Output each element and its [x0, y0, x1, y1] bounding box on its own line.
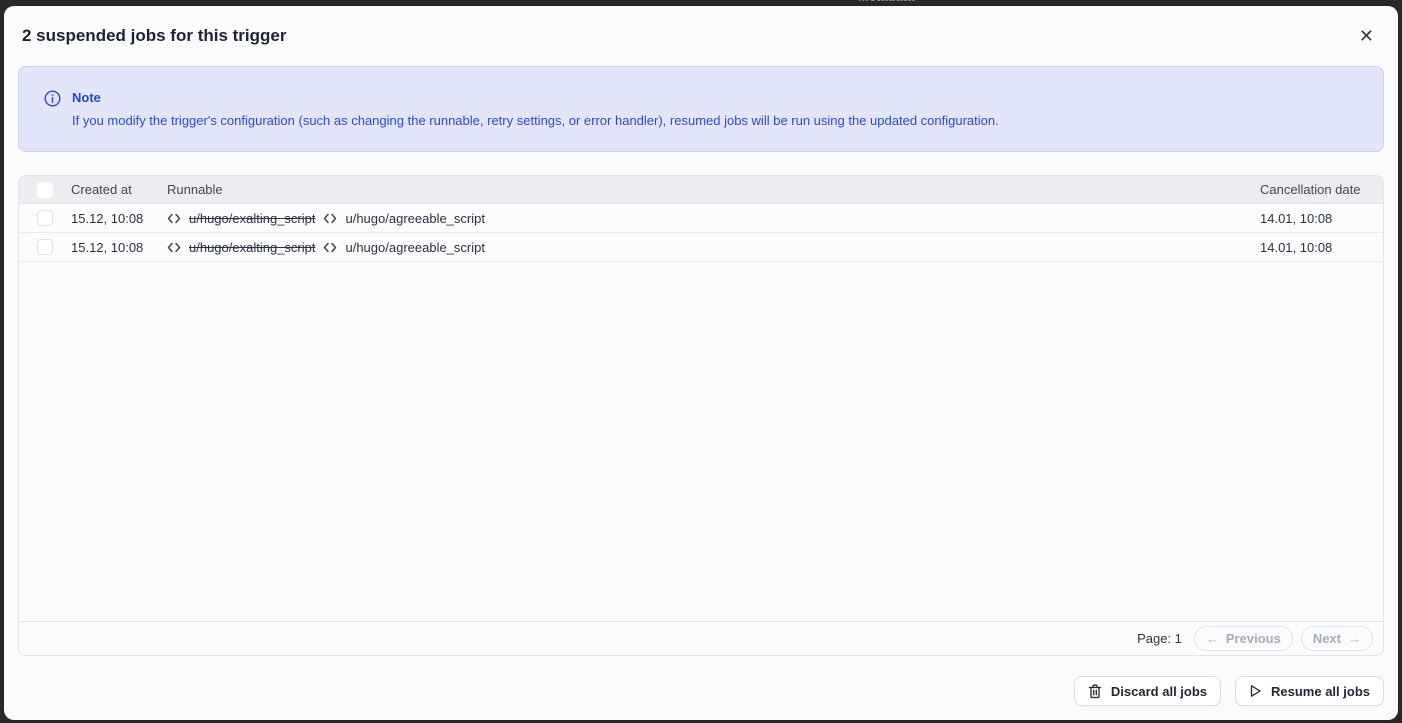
modal-title: 2 suspended jobs for this trigger — [22, 26, 286, 46]
header-checkbox-cell — [19, 182, 71, 198]
code-icon — [167, 241, 181, 254]
suspended-jobs-table: Created at Runnable Cancellation date 15… — [18, 175, 1384, 656]
cancellation-date-value: 14.01, 10:08 — [1260, 211, 1383, 226]
code-icon — [323, 241, 337, 254]
close-icon[interactable]: ✕ — [1353, 23, 1380, 49]
runnable-new-path: u/hugo/agreeable_script — [345, 211, 485, 226]
row-checkbox-cell — [19, 210, 71, 226]
next-label: Next — [1313, 631, 1341, 646]
created-at-value: 15.12, 10:08 — [71, 240, 167, 255]
suspended-jobs-modal: 2 suspended jobs for this trigger ✕ Note… — [4, 6, 1398, 720]
page-indicator: Page: 1 — [1137, 631, 1182, 646]
previous-label: Previous — [1226, 631, 1281, 646]
trash-icon — [1088, 684, 1102, 699]
discard-all-jobs-label: Discard all jobs — [1111, 684, 1207, 699]
code-icon — [323, 212, 337, 225]
code-icon — [167, 212, 181, 225]
discard-all-jobs-button[interactable]: Discard all jobs — [1074, 676, 1221, 706]
note-title: Note — [72, 90, 999, 105]
select-all-checkbox[interactable] — [37, 182, 53, 198]
play-icon — [1249, 684, 1262, 698]
row-checkbox[interactable] — [37, 210, 53, 226]
runnable-old-path: u/hugo/exalting_script — [189, 211, 315, 226]
table-row: 15.12, 10:08 u/hugo/exalting_script u/hu… — [19, 233, 1383, 262]
previous-page-button[interactable]: ← Previous — [1194, 626, 1293, 651]
arrow-right-icon: → — [1348, 631, 1361, 646]
arrow-left-icon: ← — [1206, 631, 1219, 646]
next-page-button[interactable]: Next → — [1301, 626, 1373, 651]
resume-all-jobs-button[interactable]: Resume all jobs — [1235, 676, 1384, 706]
runnable-new-path: u/hugo/agreeable_script — [345, 240, 485, 255]
row-checkbox-cell — [19, 239, 71, 255]
column-header-created-at: Created at — [71, 182, 167, 197]
table-row: 15.12, 10:08 u/hugo/exalting_script u/hu… — [19, 204, 1383, 233]
cancellation-date-value: 14.01, 10:08 — [1260, 240, 1383, 255]
modal-actions: Discard all jobs Resume all jobs — [18, 676, 1384, 706]
info-icon — [44, 90, 61, 107]
column-header-cancellation-date: Cancellation date — [1260, 182, 1383, 197]
runnable-cell: u/hugo/exalting_script u/hugo/agreeable_… — [167, 211, 1260, 226]
created-at-value: 15.12, 10:08 — [71, 211, 167, 226]
table-header-row: Created at Runnable Cancellation date — [19, 176, 1383, 204]
note-body: If you modify the trigger's configuratio… — [72, 113, 999, 128]
runnable-cell: u/hugo/exalting_script u/hugo/agreeable_… — [167, 240, 1260, 255]
column-header-runnable: Runnable — [167, 182, 1260, 197]
modal-header: 2 suspended jobs for this trigger ✕ — [18, 6, 1384, 66]
table-empty-area — [19, 262, 1383, 621]
resume-all-jobs-label: Resume all jobs — [1271, 684, 1370, 699]
pagination-bar: Page: 1 ← Previous Next → — [19, 621, 1383, 655]
note-texts: Note If you modify the trigger's configu… — [72, 90, 999, 128]
row-checkbox[interactable] — [37, 239, 53, 255]
runnable-old-path: u/hugo/exalting_script — [189, 240, 315, 255]
note-banner: Note If you modify the trigger's configu… — [18, 66, 1384, 152]
